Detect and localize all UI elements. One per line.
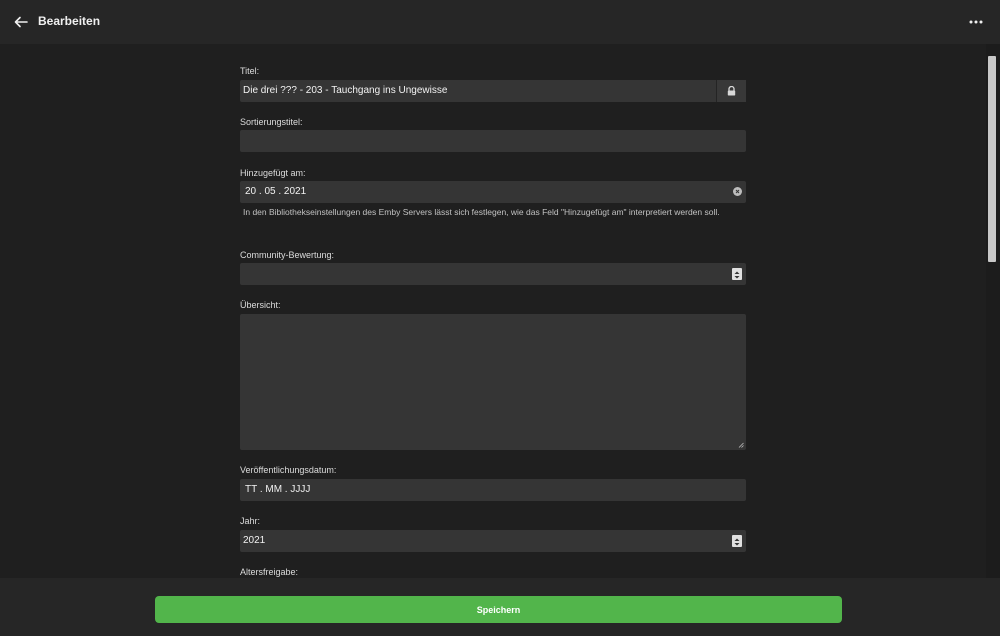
scrollbar-thumb[interactable] [988, 56, 996, 262]
title-label: Titel: [240, 66, 260, 76]
community-rating-label: Community-Bewertung: [240, 250, 335, 260]
community-rating-input[interactable] [240, 263, 746, 285]
year-spinner[interactable] [732, 535, 742, 547]
age-rating-label: Altersfreigabe: [240, 567, 299, 577]
spinner-icon [734, 538, 740, 546]
release-date-input[interactable]: TT . MM . JJJJ [240, 479, 746, 501]
overview-label: Übersicht: [240, 300, 281, 310]
more-options-button[interactable] [964, 12, 988, 32]
community-rating-spinner[interactable] [732, 268, 742, 280]
date-added-value: 20 . 05 . 2021 [245, 186, 307, 197]
date-added-label: Hinzugefügt am: [240, 168, 306, 178]
footer-bar: Speichern [0, 578, 1000, 636]
year-value: 2021 [243, 535, 266, 546]
date-added-input[interactable]: 20 . 05 . 2021 [240, 181, 746, 203]
sort-title-input[interactable] [240, 130, 746, 152]
sort-title-label: Sortierungstitel: [240, 117, 303, 127]
date-added-help-text: In den Bibliothekseinstellungen des Emby… [243, 207, 720, 217]
title-lock-button[interactable] [716, 80, 746, 102]
lock-icon [727, 86, 736, 96]
title-input[interactable]: Die drei ??? - 203 - Tauchgang ins Ungew… [240, 80, 746, 102]
title-value: Die drei ??? - 203 - Tauchgang ins Ungew… [243, 85, 448, 96]
release-date-placeholder: TT . MM . JJJJ [245, 484, 311, 495]
more-horizontal-icon [969, 20, 983, 24]
overview-textarea[interactable] [240, 314, 746, 450]
back-button[interactable] [11, 12, 31, 32]
spinner-icon [734, 271, 740, 279]
save-button[interactable]: Speichern [155, 596, 842, 623]
year-input[interactable]: 2021 [240, 530, 746, 552]
page-title: Bearbeiten [38, 14, 101, 28]
year-label: Jahr: [240, 516, 261, 526]
release-date-label: Veröffentlichungsdatum: [240, 465, 337, 475]
arrow-left-icon [14, 16, 28, 28]
date-added-clear-button[interactable] [733, 187, 742, 196]
resize-grip-icon[interactable] [738, 442, 744, 448]
app-header: Bearbeiten [0, 0, 1000, 44]
clear-icon [735, 189, 740, 194]
